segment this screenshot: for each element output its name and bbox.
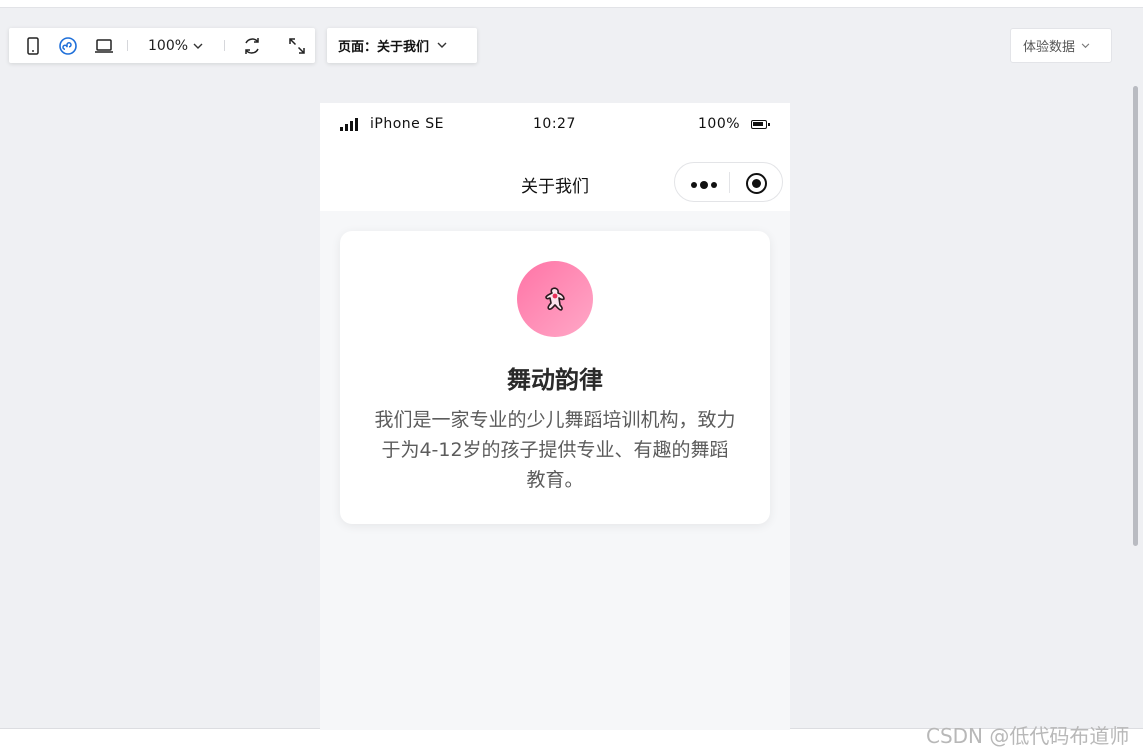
expand-icon[interactable] [287,35,307,57]
laptop-device-icon[interactable] [93,35,115,57]
vertical-scrollbar[interactable] [1133,86,1138,546]
mini-program-capsule [674,162,783,202]
page-select[interactable]: 页面：关于我们 [327,28,477,63]
device-toolbar: 100% [9,28,315,63]
close-target-icon[interactable] [746,173,767,194]
signal-icon [340,118,358,131]
status-time: 10:27 [533,116,576,132]
phone-preview: iPhone SE 10:27 100% 关于我们 舞动韵律 我们是一家专业的少… [320,103,790,730]
zoom-value: 100% [148,38,189,54]
status-bar: iPhone SE 10:27 100% [320,103,790,147]
toolbar-divider [224,40,225,51]
card-title: 舞动韵律 [507,366,603,394]
card-description: 我们是一家专业的少儿舞蹈培训机构，致力于为4-12岁的孩子提供专业、有趣的舞蹈教… [374,409,736,491]
dancer-icon [545,287,565,311]
battery-icon [751,120,770,129]
dance-logo [517,261,593,337]
page-select-label: 页面：关于我们 [338,40,430,55]
zoom-select[interactable]: 100% [148,35,203,57]
csdn-watermark: CSDN @低代码布道师 [926,724,1130,748]
chevron-down-icon [193,38,203,54]
chevron-down-icon [437,38,447,53]
simulator-stage: 100% 页面：关于我们 体验数据 iPhone SE 10:27 100% 关… [0,7,1143,730]
experience-data-label: 体验数据 [1023,40,1076,55]
experience-data-select[interactable]: 体验数据 [1010,28,1112,63]
chevron-down-icon [1081,38,1090,53]
about-card: 舞动韵律 我们是一家专业的少儿舞蹈培训机构，致力于为4-12岁的孩子提供专业、有… [340,231,770,524]
toolbar-divider [127,40,128,51]
battery-percent: 100% [698,116,741,132]
carrier-label: iPhone SE [370,116,444,132]
rotate-icon[interactable] [241,35,263,57]
mini-program-icon[interactable] [58,35,78,57]
phone-device-icon[interactable] [24,35,42,57]
navigation-bar: 关于我们 [320,147,790,211]
more-menu-icon[interactable] [691,181,717,189]
capsule-divider [729,172,730,193]
